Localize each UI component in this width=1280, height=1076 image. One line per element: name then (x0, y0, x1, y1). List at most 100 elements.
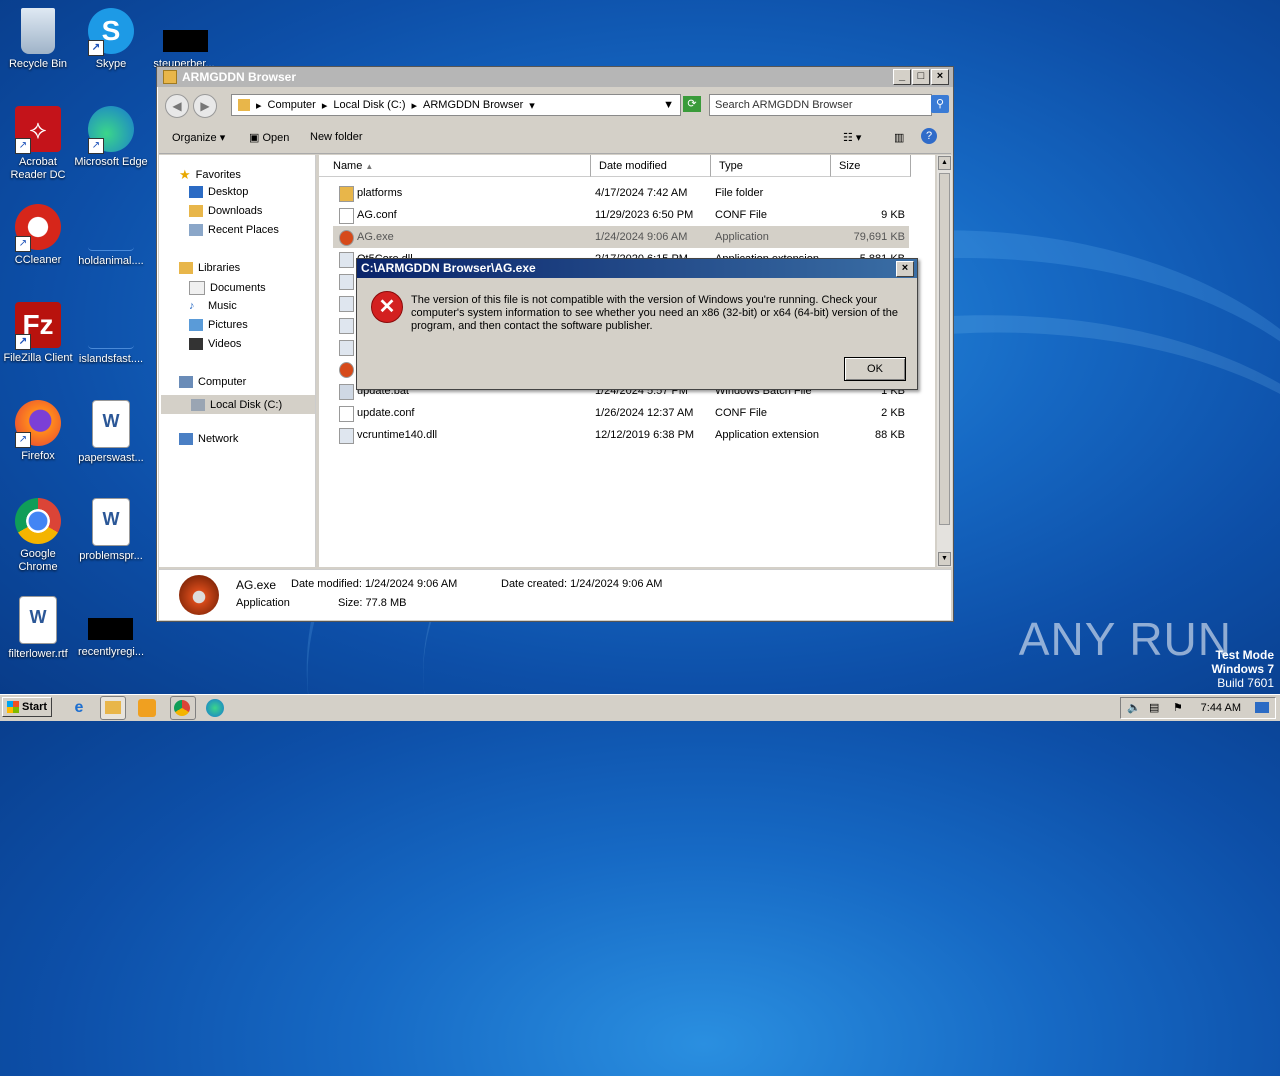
desktop-icon-firefox[interactable]: ↗ Firefox (0, 400, 76, 463)
nav-downloads[interactable]: Downloads (189, 205, 262, 217)
column-header-size[interactable]: Size (831, 155, 911, 177)
desktop-icon-skype[interactable]: S ↗ Skype (73, 8, 149, 71)
file-icon (339, 340, 354, 356)
videos-icon (189, 338, 203, 350)
window-titlebar[interactable]: ARMGDDN Browser (157, 67, 953, 87)
organize-button[interactable]: Organize ▾ (172, 131, 225, 144)
breadcrumb-local-disk[interactable]: Local Disk (C:) (333, 99, 405, 111)
file-row[interactable]: AG.exe 1/24/2024 9:06 AM Application 79,691… (333, 226, 909, 248)
nav-music[interactable]: ♪ Music (189, 300, 237, 312)
desktop-icon (189, 186, 203, 198)
desktop-icon-label: paperswast... (78, 452, 144, 464)
desktop-icon-recycle-bin[interactable]: Recycle Bin (0, 8, 76, 71)
refresh-icon[interactable]: ⟳ (683, 96, 701, 112)
nav-libraries[interactable]: Libraries (179, 262, 240, 274)
firefox-icon: ↗ (15, 400, 61, 448)
new-folder-button[interactable]: New folder (310, 131, 363, 143)
shortcut-arrow-icon: ↗ (15, 432, 31, 448)
nav-local-disk[interactable]: Local Disk (C:) (161, 395, 315, 414)
scrollbar-thumb[interactable] (939, 173, 950, 525)
file-name: vcruntime140.dll (357, 429, 438, 441)
ie-icon[interactable]: e (70, 699, 88, 717)
address-bar[interactable]: ▸ Computer ▸ Local Disk (C:) ▸ ARMGDDN B… (231, 94, 681, 116)
desktop-icon-holdanimal[interactable]: holdanimal.... (73, 204, 149, 268)
flag-icon[interactable]: ⚑ (1173, 701, 1183, 714)
file-row[interactable]: vcruntime140.dll 12/12/2019 6:38 PM Applic… (333, 424, 909, 446)
recycle-bin-icon (21, 8, 55, 54)
breadcrumb-folder[interactable]: ARMGDDN Browser (423, 99, 523, 111)
desktop-icon-filterlower[interactable]: W filterlower.rtf (0, 596, 76, 661)
window-controls: _ □ × (892, 69, 949, 85)
search-input[interactable]: Search ARMGDDN Browser (709, 94, 932, 116)
column-header-date[interactable]: Date modified (591, 155, 711, 177)
column-header-name[interactable]: Name ▲ (319, 155, 591, 177)
file-name: AG.exe (357, 231, 394, 243)
star-icon: ★ (179, 167, 191, 182)
help-icon[interactable]: ? (921, 128, 937, 144)
file-icon (339, 252, 354, 268)
ok-button[interactable]: OK (844, 357, 906, 381)
desktop-icon-islandsfast[interactable]: islandsfast.... (73, 302, 149, 366)
nav-documents[interactable]: Documents (189, 281, 266, 295)
desktop-icon-chrome[interactable]: Google Chrome (0, 498, 76, 574)
open-button[interactable]: ▣ Open (249, 131, 289, 144)
desktop-icon-ccleaner[interactable]: ↗ CCleaner (0, 204, 76, 267)
nav-pictures[interactable]: Pictures (189, 319, 248, 331)
desktop-icon-problemspr[interactable]: W problemspr... (73, 498, 149, 563)
recent-places-icon (189, 224, 203, 236)
clock[interactable]: 7:44 AM (1201, 702, 1241, 714)
media-player-icon[interactable] (138, 699, 156, 717)
acrobat-icon: ⟡ ↗ (15, 106, 61, 154)
breadcrumb-separator: ▸ (411, 99, 418, 112)
folder-icon (105, 701, 121, 714)
show-desktop-icon[interactable] (1255, 702, 1269, 713)
chrome-taskbar-icon[interactable] (170, 696, 196, 720)
scroll-down-icon[interactable]: ▼ (938, 552, 951, 566)
scroll-up-icon[interactable]: ▲ (938, 156, 951, 170)
preview-pane-icon[interactable]: ▥ (894, 131, 904, 144)
breadcrumb-separator: ▸ (256, 99, 262, 112)
desktop-icon-recentlyregi[interactable]: recentlyregi... (73, 646, 149, 659)
file-name: AG.conf (357, 209, 397, 221)
nav-label: Computer (198, 376, 247, 388)
anyrun-watermark: ANY RUN (1018, 613, 1232, 665)
desktop-icon-paperswast[interactable]: W paperswast... (73, 400, 149, 465)
file-row[interactable]: update.conf 1/26/2024 12:37 AM CONF File 2 … (333, 402, 909, 424)
desktop-icon-label: CCleaner (14, 254, 62, 266)
nav-desktop[interactable]: Desktop (189, 186, 248, 198)
nav-videos[interactable]: Videos (189, 338, 241, 350)
start-label: Start (22, 701, 48, 713)
dialog-close-button[interactable]: × (896, 261, 914, 277)
desktop-icon-label: Google Chrome (18, 548, 58, 573)
volume-icon[interactable]: 🔈 (1127, 701, 1141, 714)
maximize-button[interactable]: □ (912, 69, 930, 85)
nav-network[interactable]: Network (179, 433, 238, 445)
file-type: CONF File (715, 209, 767, 221)
forward-button[interactable]: ▶ (193, 94, 217, 118)
nav-favorites[interactable]: ★ Favorites (179, 167, 241, 183)
desktop-icon-acrobat[interactable]: ⟡ ↗ Acrobat Reader DC (0, 106, 76, 182)
network-tray-icon[interactable]: ▤ (1149, 701, 1159, 714)
address-dropdown-icon[interactable]: ▼ (663, 99, 674, 111)
file-name: platforms (357, 187, 403, 199)
nav-recent-places[interactable]: Recent Places (189, 224, 279, 236)
back-button[interactable]: ◀ (165, 94, 189, 118)
column-header-type[interactable]: Type (711, 155, 831, 177)
details-date-created: Date created: 1/24/2024 9:06 AM (501, 578, 663, 590)
close-button[interactable]: × (931, 69, 949, 85)
file-row[interactable]: AG.conf 11/29/2023 6:50 PM CONF File 9 KB (333, 204, 909, 226)
view-options-icon[interactable]: ☷ ▾ (843, 131, 861, 144)
file-row[interactable]: platforms 4/17/2024 7:42 AM File folder (333, 182, 909, 204)
nav-computer[interactable]: Computer (179, 376, 246, 388)
edge-taskbar-icon[interactable] (206, 699, 224, 717)
vertical-scrollbar[interactable]: ▲ ▼ (937, 155, 952, 567)
start-button[interactable]: Start (2, 697, 52, 717)
minimize-button[interactable]: _ (893, 69, 911, 85)
breadcrumb-computer[interactable]: Computer (268, 99, 316, 111)
desktop-icon-filezilla[interactable]: Fz ↗ FileZilla Client (0, 302, 76, 365)
nav-label: Pictures (208, 319, 248, 331)
explorer-taskbar-icon[interactable] (100, 696, 126, 720)
test-mode-line: Windows 7 (1211, 662, 1274, 676)
search-icon[interactable]: ⚲ (931, 95, 949, 113)
desktop-icon-edge[interactable]: ↗ Microsoft Edge (73, 106, 149, 169)
